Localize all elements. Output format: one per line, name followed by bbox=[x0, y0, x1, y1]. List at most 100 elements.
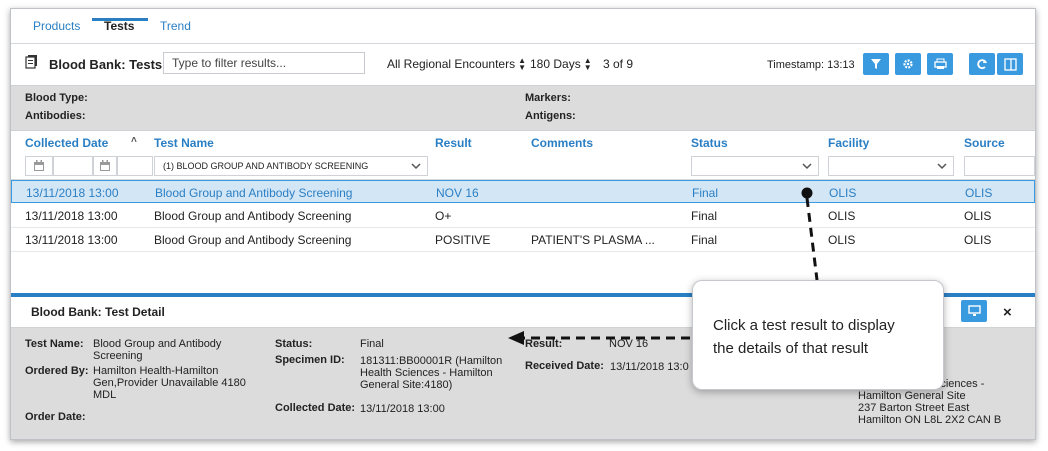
cell-date: 13/11/2018 13:00 bbox=[26, 186, 119, 200]
specimen-id-value: 181311:BB00001R (Hamilton bbox=[360, 355, 503, 367]
column-filter-row: (1) BLOOD GROUP AND ANTIBODY SCREENING bbox=[11, 153, 1035, 180]
cell-date: 13/11/2018 13:00 bbox=[25, 233, 118, 247]
tab-bar: Products Tests Trend bbox=[11, 9, 1035, 44]
close-icon[interactable]: × bbox=[1003, 304, 1012, 321]
document-icon bbox=[25, 55, 37, 69]
gear-icon bbox=[903, 59, 913, 69]
page-title: Blood Bank: Tests bbox=[49, 57, 163, 72]
antibodies-label: Antibodies: bbox=[25, 110, 86, 122]
encounters-select-value: All Regional Encounters bbox=[387, 57, 516, 71]
page-count: 3 of 9 bbox=[603, 57, 634, 71]
specimen-id-value-cont2: General Site:4180) bbox=[360, 379, 453, 391]
cell-test: Blood Group and Antibody Screening bbox=[155, 186, 353, 200]
test-name-value: Blood Group and Antibody bbox=[93, 338, 222, 350]
result-value: NOV 16 bbox=[609, 338, 649, 350]
chevron-down-icon bbox=[937, 163, 947, 170]
tooltip-callout: Click a test result to display the detai… bbox=[692, 280, 944, 390]
callout-line-2: the details of that result bbox=[713, 340, 869, 357]
chevron-down-icon bbox=[802, 163, 812, 170]
cell-status: Final bbox=[691, 233, 718, 247]
columns-button[interactable] bbox=[997, 53, 1023, 75]
facility-address-line3: 237 Barton Street East bbox=[858, 402, 970, 414]
ordered-by-value-cont2: MDL bbox=[93, 389, 117, 401]
settings-button[interactable] bbox=[895, 53, 921, 75]
refresh-icon bbox=[977, 59, 987, 70]
cell-source: OLIS bbox=[965, 186, 993, 200]
chevron-down-icon bbox=[411, 163, 421, 170]
filter-button[interactable] bbox=[863, 53, 889, 75]
cell-source: OLIS bbox=[964, 209, 992, 223]
date-from-filter[interactable] bbox=[25, 156, 53, 176]
antigens-label: Antigens: bbox=[525, 110, 576, 122]
test-name-value-cont: Screening bbox=[93, 350, 143, 362]
column-facility[interactable]: Facility bbox=[828, 136, 869, 150]
ordered-by-label: Ordered By: bbox=[25, 365, 89, 377]
received-date-value: 13/11/2018 13:0 bbox=[610, 361, 689, 373]
cell-test: Blood Group and Antibody Screening bbox=[154, 233, 352, 247]
markers-label: Markers: bbox=[525, 92, 571, 104]
test-name-label: Test Name: bbox=[25, 338, 84, 350]
refresh-button[interactable] bbox=[969, 53, 995, 75]
columns-icon bbox=[1003, 57, 1017, 71]
column-result[interactable]: Result bbox=[435, 136, 472, 150]
facility-address-line2: Hamilton General Site bbox=[858, 390, 966, 402]
cell-status: Final bbox=[691, 209, 718, 223]
column-test-name[interactable]: Test Name bbox=[154, 136, 214, 150]
cell-test: Blood Group and Antibody Screening bbox=[154, 209, 352, 223]
cell-facility: OLIS bbox=[828, 233, 856, 247]
cell-status: Final bbox=[692, 186, 719, 200]
status-filter[interactable] bbox=[691, 156, 819, 176]
calendar-icon bbox=[100, 160, 110, 171]
column-status[interactable]: Status bbox=[691, 136, 728, 150]
sort-asc-icon[interactable]: ˄ bbox=[131, 135, 137, 146]
table-row[interactable]: 13/11/2018 13:00 Blood Group and Antibod… bbox=[11, 180, 1035, 203]
date-from-input[interactable] bbox=[53, 156, 93, 176]
column-source[interactable]: Source bbox=[964, 136, 1005, 150]
callout-line-1: Click a test result to display bbox=[713, 317, 895, 334]
result-label: Result: bbox=[525, 338, 563, 350]
cell-date: 13/11/2018 13:00 bbox=[25, 209, 118, 223]
tab-trend[interactable]: Trend bbox=[160, 19, 191, 33]
monitor-icon bbox=[967, 305, 981, 316]
cell-result: NOV 16 bbox=[436, 186, 479, 200]
print-button[interactable] bbox=[927, 53, 953, 75]
specimen-id-label: Specimen ID: bbox=[275, 354, 345, 366]
cell-comments: PATIENT'S PLASMA ... bbox=[531, 233, 655, 247]
days-select[interactable]: 180 Days ▲ ▼ bbox=[530, 54, 592, 74]
column-collected-date[interactable]: Collected Date bbox=[25, 136, 108, 150]
table-row[interactable]: 13/11/2018 13:00 Blood Group and Antibod… bbox=[11, 228, 1035, 252]
facility-filter[interactable] bbox=[828, 156, 954, 176]
tab-products[interactable]: Products bbox=[33, 19, 80, 33]
source-filter[interactable] bbox=[964, 156, 1035, 176]
order-date-label: Order Date: bbox=[25, 411, 86, 423]
cell-facility: OLIS bbox=[829, 186, 857, 200]
toolbar: Blood Bank: Tests All Regional Encounter… bbox=[11, 44, 1035, 84]
received-date-label: Received Date: bbox=[525, 360, 604, 372]
calendar-icon bbox=[34, 160, 44, 171]
filter-input[interactable] bbox=[163, 52, 365, 74]
cell-source: OLIS bbox=[964, 233, 992, 247]
column-comments[interactable]: Comments bbox=[531, 136, 593, 150]
collected-date-label: Collected Date: bbox=[275, 402, 356, 414]
encounters-select[interactable]: All Regional Encounters ▲ ▼ bbox=[387, 54, 526, 74]
filter-icon bbox=[871, 59, 881, 69]
date-to-input[interactable] bbox=[117, 156, 153, 176]
timestamp: Timestamp: 13:13 bbox=[767, 59, 855, 71]
blood-type-label: Blood Type: bbox=[25, 92, 88, 104]
test-name-filter-value: (1) BLOOD GROUP AND ANTIBODY SCREENING bbox=[163, 161, 369, 171]
detail-display-button[interactable] bbox=[961, 300, 987, 322]
days-select-value: 180 Days bbox=[530, 57, 581, 71]
specimen-id-value-cont: Health Sciences - Hamilton bbox=[360, 367, 493, 379]
table-row[interactable]: 13/11/2018 13:00 Blood Group and Antibod… bbox=[11, 204, 1035, 228]
test-name-filter[interactable]: (1) BLOOD GROUP AND ANTIBODY SCREENING bbox=[154, 156, 428, 176]
tab-tests[interactable]: Tests bbox=[104, 19, 134, 33]
ordered-by-value: Hamilton Health-Hamilton bbox=[93, 365, 219, 377]
print-icon bbox=[933, 58, 947, 69]
cell-result: POSITIVE bbox=[435, 233, 491, 247]
date-to-filter[interactable] bbox=[93, 156, 117, 176]
select-arrows-icon: ▲ ▼ bbox=[583, 56, 592, 72]
blood-info-panel: Blood Type: Antibodies: Markers: Antigen… bbox=[11, 85, 1035, 131]
status-label: Status: bbox=[275, 338, 313, 350]
cell-facility: OLIS bbox=[828, 209, 856, 223]
facility-address-line4: Hamilton ON L8L 2X2 CAN B bbox=[858, 414, 1002, 426]
